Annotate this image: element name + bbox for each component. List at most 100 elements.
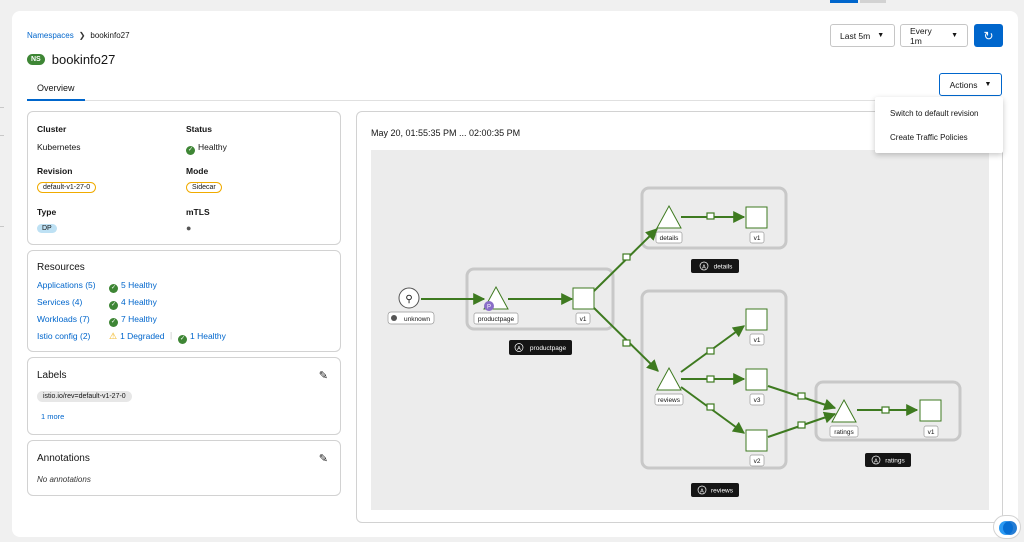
- edit-labels-pencil-icon[interactable]: ✎: [319, 369, 328, 382]
- istio-config-degraded-text: 1 Degraded: [120, 331, 165, 341]
- graph-time-range: May 20, 01:55:35 PM ... 02:00:35 PM: [371, 128, 521, 138]
- node-details[interactable]: details: [655, 204, 683, 244]
- lock-icon: [622, 253, 631, 261]
- applications-link[interactable]: Applications (5): [37, 280, 96, 290]
- assistant-icon: [999, 521, 1017, 535]
- workloads-health-text: 7 Healthy: [121, 314, 157, 324]
- services-link[interactable]: Services (4): [37, 297, 82, 307]
- annotations-empty: No annotations: [37, 475, 91, 484]
- menu-item-create-traffic-policies[interactable]: Create Traffic Policies: [875, 125, 1003, 149]
- mtls-status-icon: ●: [186, 223, 192, 233]
- node-label-productpage-v1: v1: [580, 316, 587, 323]
- sidebar-mark: [0, 135, 4, 136]
- app-label-productpage[interactable]: A productpage: [509, 340, 572, 355]
- duration-value: Last 5m: [840, 30, 871, 41]
- status-text: Healthy: [198, 142, 227, 152]
- refresh-interval-value: Every 1m: [910, 25, 932, 46]
- app-label-ratings[interactable]: A ratings: [865, 453, 911, 467]
- divider: |: [170, 330, 173, 340]
- app-badge: A: [700, 489, 704, 495]
- node-label-reviews-v3: v3: [754, 397, 761, 404]
- key-icon: ⚲: [405, 294, 412, 305]
- menu-item-switch-revision[interactable]: Switch to default revision: [875, 101, 1003, 125]
- annotations-card: Annotations ✎ No annotations: [27, 440, 341, 496]
- node-label-reviews-v2: v2: [754, 458, 761, 465]
- tab-bar: Overview: [27, 79, 1003, 101]
- node-ratings[interactable]: ratings: [829, 398, 859, 438]
- status-label: Status: [186, 124, 212, 134]
- istio-config-health-text: 1 Healthy: [190, 331, 226, 341]
- node-reviews[interactable]: reviews: [654, 366, 684, 406]
- traffic-graph-svg: ⚲ unknown P productpage v1 details v1 re…: [387, 186, 962, 497]
- node-productpage[interactable]: P productpage: [473, 285, 519, 325]
- page-header: NS bookinfo27: [27, 52, 115, 67]
- node-label-details-v1: v1: [754, 235, 761, 242]
- sidebar-mark: [0, 226, 4, 227]
- refresh-button[interactable]: ↻: [974, 24, 1003, 47]
- caret-down-icon: ▼: [984, 81, 992, 88]
- namespace-badge: NS: [27, 54, 45, 65]
- lock-icon: [797, 392, 806, 400]
- node-ratings-v1[interactable]: v1: [919, 399, 942, 438]
- services-health-text: 4 Healthy: [121, 297, 157, 307]
- resources-title: Resources: [37, 262, 85, 273]
- node-details-v1[interactable]: v1: [745, 206, 768, 244]
- applications-health[interactable]: ✓ 5 Healthy: [109, 280, 157, 293]
- breadcrumb: Namespaces ❯ bookinfo27: [27, 31, 130, 40]
- warning-icon: ⚠: [109, 331, 118, 341]
- app-label-reviews[interactable]: A reviews: [691, 483, 739, 497]
- workloads-link[interactable]: Workloads (7): [37, 314, 90, 324]
- label-chip: istio.io/rev=default-v1-27-0: [37, 391, 132, 402]
- chevron-right-icon: ❯: [78, 31, 86, 40]
- top-indicator-active: [830, 0, 858, 3]
- top-indicator: [860, 0, 886, 3]
- workloads-health[interactable]: ✓ 7 Healthy: [109, 314, 157, 327]
- duration-dropdown[interactable]: Last 5m ▼: [830, 24, 895, 47]
- lock-icon: [622, 339, 631, 347]
- refresh-interval-dropdown[interactable]: Every 1m ▼: [900, 24, 968, 47]
- cluster-value: Kubernetes: [37, 142, 81, 152]
- app-label-productpage-text: productpage: [530, 345, 567, 352]
- labels-title: Labels: [37, 370, 67, 381]
- assistant-button[interactable]: [993, 515, 1021, 539]
- traffic-graph-card: May 20, 01:55:35 PM ... 02:00:35 PM ⚲ un…: [356, 111, 1003, 523]
- node-label-ratings: ratings: [834, 429, 854, 436]
- node-unknown[interactable]: ⚲ unknown: [387, 287, 435, 325]
- tab-overview[interactable]: Overview: [27, 79, 85, 101]
- edit-annotations-pencil-icon[interactable]: ✎: [319, 452, 328, 465]
- sidebar-mark: [0, 107, 4, 108]
- traffic-graph-canvas[interactable]: ⚲ unknown P productpage v1 details v1 re…: [371, 150, 989, 510]
- istio-config-degraded[interactable]: ⚠ 1 Degraded: [109, 331, 165, 342]
- type-badge: DP: [37, 224, 57, 233]
- lock-icon: [797, 421, 806, 429]
- node-reviews-v2[interactable]: v2: [745, 429, 768, 467]
- actions-button[interactable]: Actions ▼: [939, 73, 1002, 96]
- mode-badge: Sidecar: [186, 182, 222, 193]
- check-circle-icon: ✓: [109, 301, 118, 310]
- top-strip: [0, 0, 1024, 10]
- caret-down-icon: ▼: [877, 32, 885, 39]
- productpage-badge: P: [487, 305, 491, 311]
- node-reviews-v3[interactable]: v3: [745, 368, 768, 406]
- app-badge: A: [517, 346, 521, 352]
- check-circle-icon: ✓: [109, 284, 118, 293]
- lock-icon: [706, 212, 715, 220]
- node-productpage-v1[interactable]: v1: [572, 287, 595, 325]
- actions-label: Actions: [949, 79, 978, 90]
- info-card: Cluster Kubernetes Status ✓ Healthy Revis…: [27, 111, 341, 245]
- applications-health-text: 5 Healthy: [121, 280, 157, 290]
- node-label-unknown: unknown: [404, 316, 430, 323]
- lock-icon: [706, 403, 715, 411]
- check-circle-icon: ✓: [178, 335, 187, 344]
- istio-config-health[interactable]: ✓ 1 Healthy: [178, 331, 226, 344]
- left-sidebar-edge: [0, 0, 12, 542]
- breadcrumb-namespaces-link[interactable]: Namespaces: [27, 31, 74, 40]
- istio-config-link[interactable]: Istio config (2): [37, 331, 90, 341]
- services-health[interactable]: ✓ 4 Healthy: [109, 297, 157, 310]
- check-circle-icon: ✓: [186, 146, 195, 155]
- app-label-details[interactable]: A details: [691, 259, 739, 273]
- type-label: Type: [37, 207, 57, 217]
- check-circle-icon: ✓: [109, 318, 118, 327]
- node-reviews-v1[interactable]: v1: [745, 308, 768, 346]
- labels-more-link[interactable]: 1 more: [41, 412, 64, 421]
